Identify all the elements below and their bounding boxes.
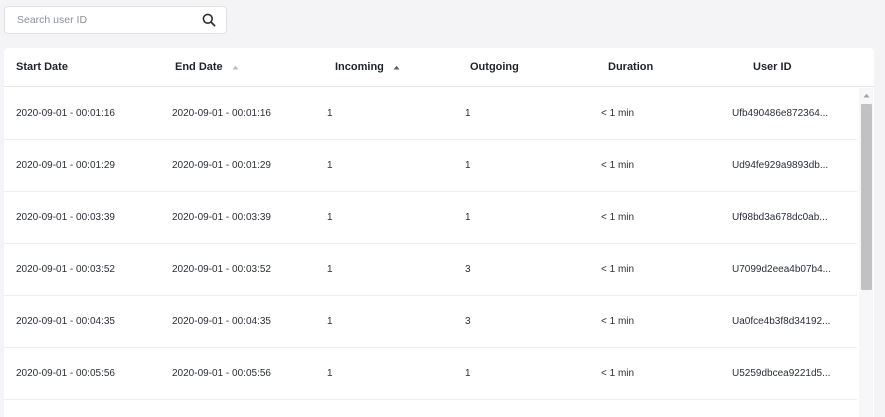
cell-user-id: Ufb490486e872364...: [732, 108, 829, 119]
cell-outgoing: 3: [465, 316, 471, 327]
column-header-label: Incoming: [335, 61, 384, 73]
scrollbar-thumb[interactable]: [861, 104, 872, 290]
column-header-start-date[interactable]: Start Date: [16, 48, 68, 86]
cell-duration: < 1 min: [601, 108, 635, 119]
cell-duration: < 1 min: [601, 368, 635, 379]
cell-start-date: 2020-09-01 - 00:03:39: [16, 212, 115, 223]
column-header-label: Outgoing: [470, 61, 519, 73]
cell-incoming: 1: [327, 212, 333, 223]
search-box[interactable]: [4, 6, 227, 34]
column-header-label: Start Date: [16, 61, 68, 73]
cell-incoming: 1: [327, 108, 333, 119]
vertical-scrollbar[interactable]: [859, 88, 873, 417]
cell-start-date: 2020-09-01 - 00:05:56: [16, 368, 115, 379]
table-header: Start Date End Date Incoming Outgoing Du…: [4, 48, 874, 87]
cell-outgoing: 3: [465, 264, 471, 275]
column-header-end-date[interactable]: End Date: [175, 48, 239, 86]
cell-incoming: 1: [327, 264, 333, 275]
cell-user-id: Ud94fe929a9893db...: [732, 160, 829, 171]
cell-outgoing: 1: [465, 108, 471, 119]
scroll-up-arrow-icon[interactable]: [859, 88, 873, 102]
table-row[interactable]: 2020-09-01 - 00:03:39 2020-09-01 - 00:03…: [4, 192, 857, 244]
column-header-incoming[interactable]: Incoming: [335, 48, 400, 86]
table-row[interactable]: 2020-09-01 - 00:04:35 2020-09-01 - 00:04…: [4, 296, 857, 348]
table-row[interactable]: 2020-09-01 - 00:05:56 2020-09-01 - 00:05…: [4, 348, 857, 400]
column-header-label: End Date: [175, 61, 223, 73]
cell-start-date: 2020-09-01 - 00:01:29: [16, 160, 115, 171]
cell-duration: < 1 min: [601, 316, 635, 327]
cell-start-date: 2020-09-01 - 00:04:35: [16, 316, 115, 327]
cell-outgoing: 1: [465, 368, 471, 379]
cell-duration: < 1 min: [601, 212, 635, 223]
cell-start-date: 2020-09-01 - 00:01:16: [16, 108, 115, 119]
table-row[interactable]: 2020-09-01 - 00:01:29 2020-09-01 - 00:01…: [4, 140, 857, 192]
column-header-duration[interactable]: Duration: [608, 48, 653, 86]
table-row[interactable]: 2020-09-01 - 00:03:52 2020-09-01 - 00:03…: [4, 244, 857, 296]
cell-end-date: 2020-09-01 - 00:05:56: [172, 368, 271, 379]
cell-user-id: U7099d2eea4b07b4...: [732, 264, 831, 275]
cell-outgoing: 1: [465, 212, 471, 223]
cell-user-id: Uf98bd3a678dc0ab...: [732, 212, 828, 223]
cell-duration: < 1 min: [601, 264, 635, 275]
table-body: 2020-09-01 - 00:01:16 2020-09-01 - 00:01…: [4, 88, 857, 417]
cell-incoming: 1: [327, 368, 333, 379]
cell-end-date: 2020-09-01 - 00:01:29: [172, 160, 271, 171]
cell-end-date: 2020-09-01 - 00:04:35: [172, 316, 271, 327]
sort-asc-icon[interactable]: [393, 65, 400, 70]
column-header-label: Duration: [608, 61, 654, 73]
sessions-table: Start Date End Date Incoming Outgoing Du…: [4, 48, 874, 417]
search-icon[interactable]: [198, 9, 220, 31]
cell-duration: < 1 min: [601, 160, 635, 171]
cell-user-id: U5259dbcea9221d5...: [732, 368, 831, 379]
cell-outgoing: 1: [465, 160, 471, 171]
cell-start-date: 2020-09-01 - 00:03:52: [16, 264, 115, 275]
cell-incoming: 1: [327, 160, 333, 171]
cell-end-date: 2020-09-01 - 00:03:52: [172, 264, 271, 275]
column-header-outgoing[interactable]: Outgoing: [470, 48, 519, 86]
table-row[interactable]: 2020-09-01 - 00:01:16 2020-09-01 - 00:01…: [4, 88, 857, 140]
column-header-label: User ID: [753, 61, 792, 73]
cell-user-id: Ua0fce4b3f8d34192...: [732, 316, 831, 327]
cell-end-date: 2020-09-01 - 00:01:16: [172, 108, 271, 119]
search-input[interactable]: [5, 7, 198, 33]
column-header-user-id[interactable]: User ID: [753, 48, 792, 86]
cell-end-date: 2020-09-01 - 00:03:39: [172, 212, 271, 223]
cell-incoming: 1: [327, 316, 333, 327]
sort-asc-icon[interactable]: [232, 65, 239, 70]
